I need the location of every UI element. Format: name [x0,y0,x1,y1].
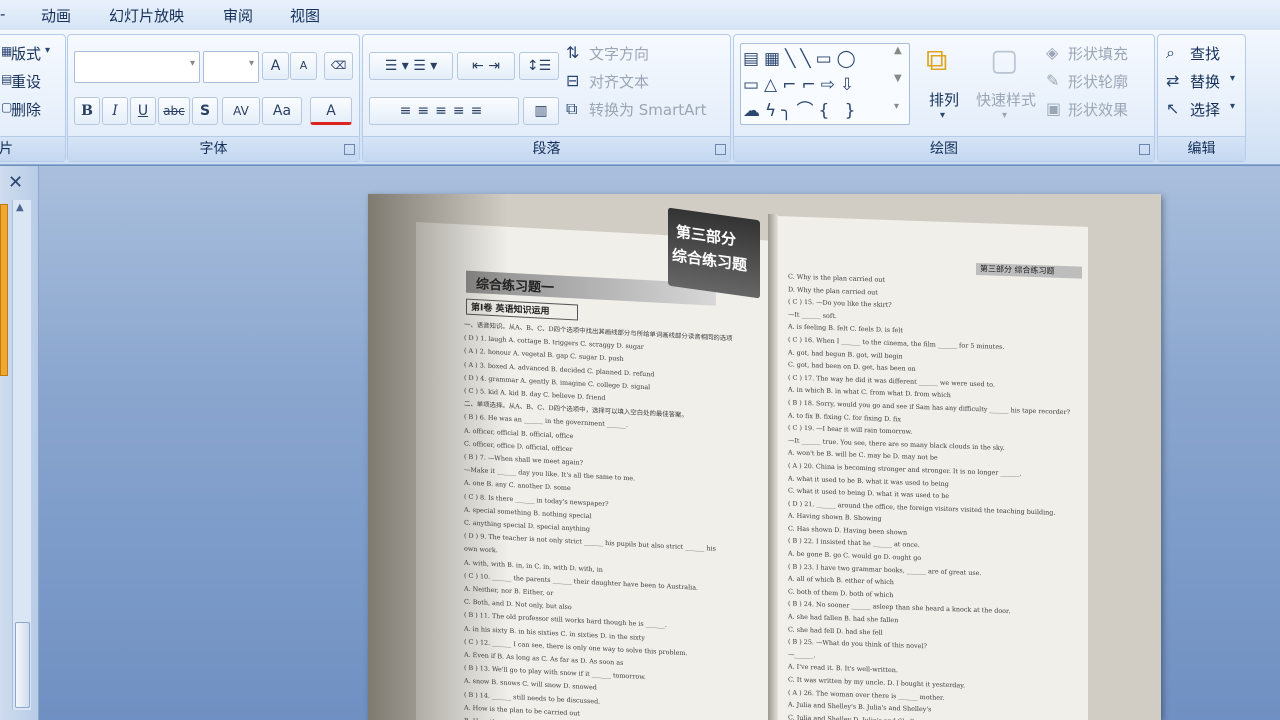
paragraph-group-title: 段落 [363,136,730,161]
slides-group: ▦ 版式 ▾ ▤ 重设 ▢ 删除 片 [0,34,66,162]
select-button[interactable]: 选择 [1190,99,1220,120]
tab-animation[interactable]: 动画 [41,5,71,26]
font-size-input[interactable]: ▾ [203,51,259,83]
drawing-group-title: 绘图 [734,136,1154,161]
shape-fill-button[interactable]: 形状填充 [1068,43,1128,64]
tab-review[interactable]: 审阅 [223,5,253,26]
scrollbar[interactable]: ▲ [12,200,31,710]
right-page-text: C. Why is the plan carried out D. Why th… [788,270,1084,720]
scroll-up-icon[interactable]: ▲ [16,202,24,213]
align-text-button[interactable]: 对齐文本 [589,71,649,92]
line-spacing-icon: ↕☰ [526,58,552,74]
text-direction-button[interactable]: 文字方向 [589,43,649,64]
smartart-icon: ⧉ [566,99,578,118]
replace-icon: ⇄ [1166,71,1180,90]
align-icons: ≡≡≡≡≡ [399,103,489,119]
reset-button[interactable]: 重设 [11,71,41,92]
left-page-text: 一、语音知识。从A、B、C、D四个选项中找出其画线部分与所给单词画线部分读音相同… [464,319,764,720]
eraser-icon: ⌫ [330,59,347,72]
scroll-up-icon[interactable]: ▲ [894,45,902,56]
pencil-icon: ✎ [1046,71,1060,90]
section-banner: 第三部分 综合练习题 [668,207,760,299]
bullets-button[interactable]: ☰ ▾ ☰ ▾ [369,52,453,80]
shape-outline-button[interactable]: 形状轮廓 [1068,71,1128,92]
ribbon: ▦ 版式 ▾ ▤ 重设 ▢ 删除 片 ▾ ▾ A A ⌫ B I U abc S… [0,30,1280,165]
chevron-down-icon: ▾ [189,58,195,69]
text-shadow-button[interactable]: S [192,97,218,125]
right-page: 第三部分 综合练习题 C. Why is the plan carried ou… [776,216,1088,720]
underline-button[interactable]: U [130,97,156,125]
shapes-gallery[interactable]: ▤▦╲╲▭◯ ▭△⌐⌐⇨⇩ ☁ϟ╮⌒{ } [740,43,910,125]
arrange-icon: ⧉ [926,43,948,78]
shape-icons: ▤▦╲╲▭◯ ▭△⌐⌐⇨⇩ ☁ϟ╮⌒{ } [743,49,861,121]
tab-view[interactable]: 视图 [290,5,320,26]
clear-format-button[interactable]: ⌫ [324,52,353,80]
bold-button[interactable]: B [74,97,100,125]
delete-button[interactable]: 删除 [11,99,41,120]
shape-effects-button[interactable]: 形状效果 [1068,99,1128,120]
grow-font-button[interactable]: A [262,52,289,80]
slides-group-title: 片 [0,136,65,161]
change-case-button[interactable]: Aa [262,97,302,125]
book-spine [768,214,778,720]
italic-button[interactable]: I [102,97,128,125]
slide-thumbnail[interactable] [0,204,8,376]
columns-icon: ▥ [534,103,548,119]
effects-icon: ▣ [1046,99,1062,118]
line-spacing-button[interactable]: ↕☰ [519,52,559,80]
cursor-icon: ↖ [1166,99,1180,118]
shrink-font-button[interactable]: A [290,52,317,80]
editing-group: ⌕ 查找 ⇄ 替换 ▾ ↖ 选择 ▾ 编辑 [1157,34,1246,162]
right-header-bar: 第三部分 综合练习题 [976,262,1082,279]
gallery-more-icon[interactable]: ▾ [894,101,899,112]
chevron-down-icon: ▾ [1230,73,1236,84]
columns-button[interactable]: ▥ [523,97,559,125]
textbook-photo[interactable]: 综合练习题一 第Ⅰ卷 英语知识运用 一、语音知识。从A、B、C、D四个选项中找出… [368,194,1161,720]
quick-styles-button[interactable]: 快速样式 [976,89,1036,110]
bullet-list-icon: ☰ ▾ ☰ ▾ [384,58,438,74]
text-direction-icon: ⇅ [566,43,580,62]
paragraph-group: ☰ ▾ ☰ ▾ ⇤ ⇥ ↕☰ ⇅ 文字方向 ⊟ 对齐文本 ≡≡≡≡≡ ▥ ⧉ 转… [362,34,731,162]
paint-bucket-icon: ◈ [1046,43,1059,62]
font-name-input[interactable]: ▾ [74,51,200,83]
character-spacing-button[interactable]: AV [222,97,260,125]
drawing-group: ▤▦╲╲▭◯ ▭△⌐⌐⇨⇩ ☁ϟ╮⌒{ } ▲ ▼ ▾ ⧉ 排列 ▾ ▢ 快速样式 … [733,34,1155,162]
scroll-down-icon[interactable]: ▼ [894,73,902,84]
quick-styles-icon: ▢ [990,43,1019,78]
arrange-button[interactable]: 排列 [929,89,959,110]
scrollbar-thumb[interactable] [15,622,30,708]
strikethrough-button[interactable]: abc [158,97,190,125]
alignment-buttons[interactable]: ≡≡≡≡≡ [369,97,519,125]
tab-partial[interactable]: - [0,5,5,23]
chevron-down-icon: ▾ [45,45,51,56]
photo-shadow [368,194,508,720]
find-button[interactable]: 查找 [1190,43,1220,64]
slide-pane: ✕ ▲ [0,166,39,720]
tab-slideshow[interactable]: 幻灯片放映 [109,5,184,26]
indent-button[interactable]: ⇤ ⇥ [457,52,515,80]
font-dialog-launcher[interactable] [344,144,355,155]
chevron-down-icon: ▾ [1002,110,1008,121]
paragraph-dialog-launcher[interactable] [715,144,726,155]
chevron-down-icon: ▾ [1230,101,1236,112]
replace-button[interactable]: 替换 [1190,71,1220,92]
layout-button[interactable]: 版式 [11,43,41,64]
chevron-down-icon: ▾ [248,58,254,69]
close-icon[interactable]: ✕ [8,172,23,193]
indent-icon: ⇤ ⇥ [472,58,500,74]
drawing-dialog-launcher[interactable] [1139,144,1150,155]
convert-smartart-button[interactable]: 转换为 SmartArt [589,99,706,120]
font-group-title: 字体 [68,136,359,161]
font-color-button[interactable]: A [310,97,352,125]
editing-group-title: 编辑 [1158,136,1245,161]
chevron-down-icon: ▾ [940,110,946,121]
align-text-icon: ⊟ [566,71,580,90]
find-icon: ⌕ [1166,43,1175,62]
menu-bar: - 动画 幻灯片放映 审阅 视图 [0,0,1280,30]
right-header: 第三部分 综合练习题 [980,264,1055,276]
font-group: ▾ ▾ A A ⌫ B I U abc S AV Aa A 字体 [67,34,360,162]
